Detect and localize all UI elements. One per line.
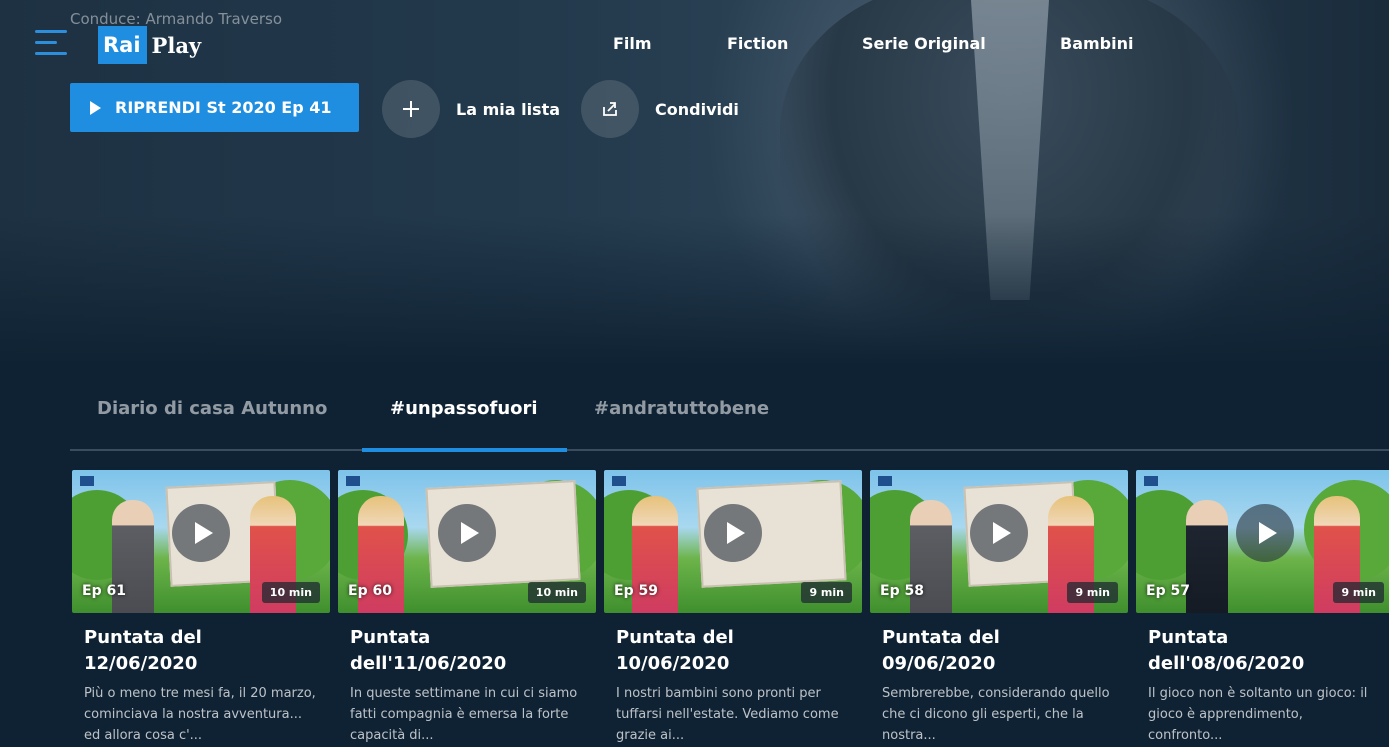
episode-thumbnail[interactable]: Ep 60 10 min xyxy=(338,470,596,613)
resume-button[interactable]: RIPRENDI St 2020 Ep 41 xyxy=(70,83,359,132)
add-to-list-label[interactable]: La mia lista xyxy=(456,100,560,119)
share-icon xyxy=(603,102,617,116)
episode-number: Ep 60 xyxy=(348,583,392,599)
tabs-divider xyxy=(70,449,1389,451)
episode-title[interactable]: Puntata dell'11/06/2020 xyxy=(350,625,582,677)
episode-number: Ep 57 xyxy=(1146,583,1190,599)
channel-logo xyxy=(612,476,626,486)
channel-logo xyxy=(80,476,94,486)
menu-icon[interactable] xyxy=(35,30,67,56)
play-icon[interactable] xyxy=(704,503,762,562)
logo-play-text: Play xyxy=(151,32,202,58)
episode-thumbnail[interactable]: Ep 59 9 min xyxy=(604,470,862,613)
play-icon[interactable] xyxy=(172,503,230,562)
episode-description: In queste settimane in cui ci siamo fatt… xyxy=(350,686,578,743)
episode-thumbnail[interactable]: Ep 57 9 min xyxy=(1136,470,1389,613)
nav-fiction[interactable]: Fiction xyxy=(727,34,788,53)
play-icon xyxy=(90,100,101,115)
episode-title[interactable]: Puntata dell'08/06/2020 xyxy=(1148,625,1380,677)
tab-unpassofuori[interactable]: #unpassofuori xyxy=(390,398,538,419)
hero-banner xyxy=(0,0,1389,365)
episode-thumbnail[interactable]: Ep 58 9 min xyxy=(870,470,1128,613)
episode-duration: 9 min xyxy=(801,582,852,603)
raiplay-logo[interactable]: Rai Play xyxy=(98,26,201,64)
episode-description: I nostri bambini sono pronti per tuffars… xyxy=(616,686,839,743)
play-icon[interactable] xyxy=(1236,503,1294,562)
tab-diario-di-casa-autunno[interactable]: Diario di casa Autunno xyxy=(97,398,327,419)
episode-card[interactable]: Ep 58 9 min Puntata del 09/06/2020 Sembr… xyxy=(870,470,1128,746)
play-icon[interactable] xyxy=(970,503,1028,562)
episode-number: Ep 59 xyxy=(614,583,658,599)
active-tab-indicator xyxy=(362,448,567,452)
episode-title[interactable]: Puntata del 09/06/2020 xyxy=(882,625,1114,677)
share-button[interactable] xyxy=(581,80,639,138)
channel-logo xyxy=(878,476,892,486)
episode-card[interactable]: Ep 61 10 min Puntata del 12/06/2020 Più … xyxy=(72,470,330,746)
episode-duration: 10 min xyxy=(527,582,586,603)
resume-button-label: RIPRENDI St 2020 Ep 41 xyxy=(115,98,332,117)
episode-duration: 9 min xyxy=(1333,582,1384,603)
nav-serie-original[interactable]: Serie Original xyxy=(862,34,986,53)
episode-number: Ep 58 xyxy=(880,583,924,599)
tab-andratuttobene[interactable]: #andratuttobene xyxy=(594,398,769,419)
episode-title[interactable]: Puntata del 10/06/2020 xyxy=(616,625,848,677)
episode-duration: 10 min xyxy=(261,582,320,603)
episode-card[interactable]: Ep 57 9 min Puntata dell'08/06/2020 Il g… xyxy=(1136,470,1389,746)
episode-card[interactable]: Ep 59 9 min Puntata del 10/06/2020 I nos… xyxy=(604,470,862,746)
episode-thumbnail[interactable]: Ep 61 10 min xyxy=(72,470,330,613)
channel-logo xyxy=(1144,476,1158,486)
season-tabs: Diario di casa Autunno #unpassofuori #an… xyxy=(70,392,1389,454)
episode-description: Sembrerebbe, considerando quello che ci … xyxy=(882,686,1110,743)
episode-description: Più o meno tre mesi fa, il 20 marzo, com… xyxy=(84,686,316,743)
episode-title[interactable]: Puntata del 12/06/2020 xyxy=(84,625,316,677)
play-icon[interactable] xyxy=(438,503,496,562)
episode-duration: 9 min xyxy=(1067,582,1118,603)
add-to-list-button[interactable] xyxy=(382,80,440,138)
episode-number: Ep 61 xyxy=(82,583,126,599)
logo-rai-text: Rai xyxy=(98,26,147,64)
episode-card[interactable]: Ep 60 10 min Puntata dell'11/06/2020 In … xyxy=(338,470,596,746)
plus-icon xyxy=(403,101,419,117)
episode-description: Il gioco non è soltanto un gioco: il gio… xyxy=(1148,686,1368,743)
share-label[interactable]: Condividi xyxy=(655,100,739,119)
channel-logo xyxy=(346,476,360,486)
nav-film[interactable]: Film xyxy=(613,34,652,53)
nav-bambini[interactable]: Bambini xyxy=(1060,34,1133,53)
thumbnail-presenter xyxy=(1186,500,1228,613)
